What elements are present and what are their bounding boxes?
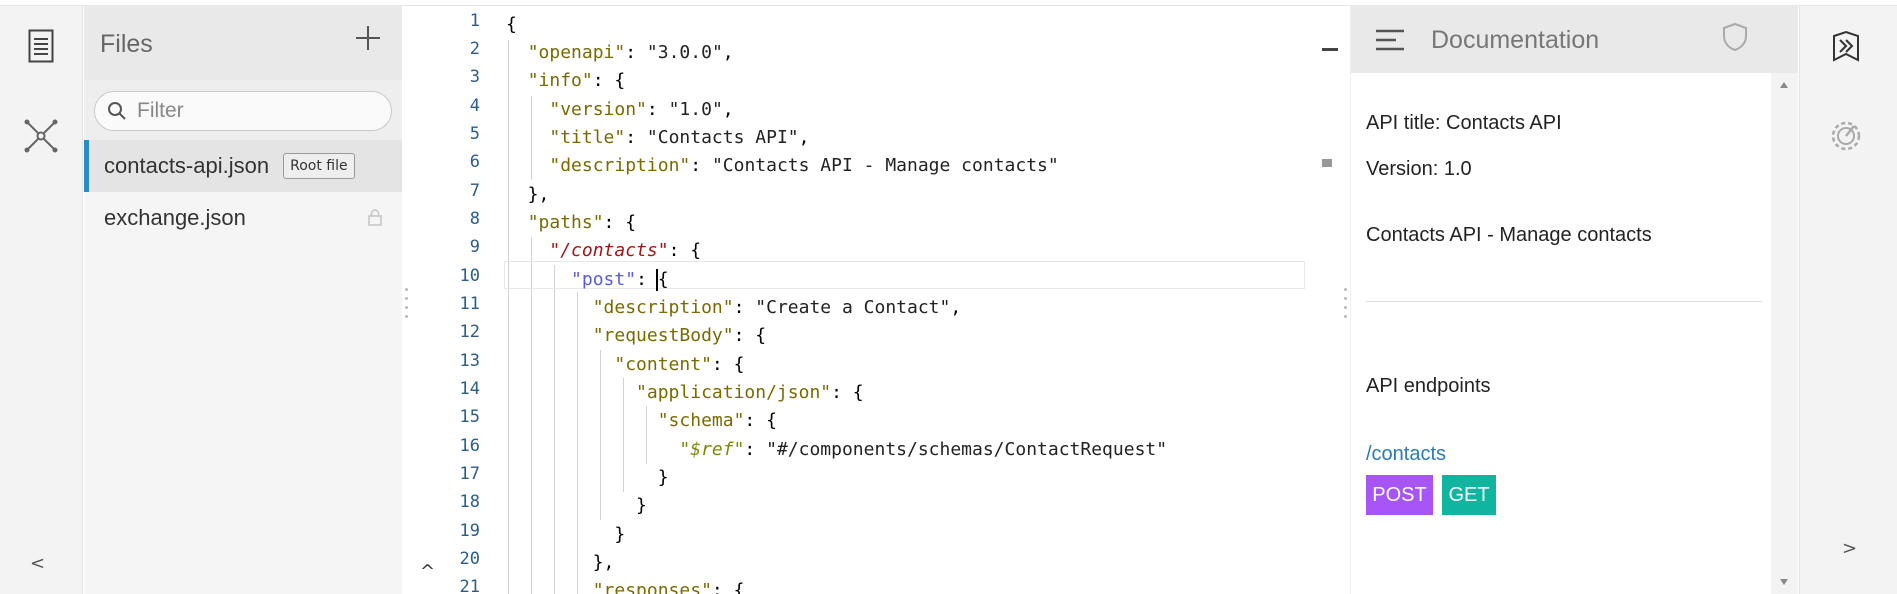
add-file-button[interactable] [350,20,386,56]
line-number: 5 [469,124,480,144]
get-method-button[interactable]: GET [1442,475,1496,515]
overview-ruler-mark [1322,159,1332,167]
right-activity-bar: > [1799,6,1897,594]
line-number: 10 [459,266,480,286]
files-panel: Files contacts-api.json Root file exchan… [84,6,402,594]
endpoint-link-contacts[interactable]: /contacts [1366,443,1446,466]
shield-icon[interactable] [1722,22,1748,52]
api-title-text: API title: Contacts API [1366,112,1562,134]
code-line: "responses": { [592,580,745,594]
line-number: 4 [469,96,480,116]
code-line: } [506,467,669,488]
line-number: 13 [459,351,480,371]
line-number: 16 [459,436,480,456]
line-number: 7 [469,181,480,201]
code-line: "content": { [614,354,745,375]
line-number: 19 [459,521,480,541]
overview-ruler-mark [1322,48,1338,51]
line-number: 17 [459,464,480,484]
code-line: "title": "Contacts API", [549,127,810,148]
code-line: "paths": { [527,212,637,233]
documentation-panel: Documentation API title: Contacts API Ve… [1350,6,1798,594]
search-icon [108,102,126,120]
documentation-scrollbar[interactable] [1771,73,1798,594]
line-number: 8 [469,209,480,229]
api-description-text: Contacts API - Manage contacts [1366,224,1652,246]
documentation-body: API title: Contacts API Version: 1.0 Con… [1351,73,1772,594]
settings-gauge-icon[interactable] [1826,116,1866,156]
network-icon[interactable] [21,116,61,156]
file-name: contacts-api.json [104,153,270,178]
scroll-up-button[interactable]: ^ [420,561,435,582]
document-icon[interactable] [21,26,61,66]
lock-icon [368,209,382,226]
line-number: 15 [459,407,480,427]
code-line: "requestBody": { [592,325,767,346]
line-number: 6 [469,152,480,172]
code-line: "version": "1.0", [549,99,734,120]
code-line: } [506,495,647,516]
api-version-text: Version: 1.0 [1366,158,1472,180]
code-line: { [506,14,517,35]
outline-menu-icon[interactable] [1375,28,1405,52]
files-filter-input[interactable] [137,99,377,123]
bookmark-icon[interactable] [1826,26,1866,66]
root-file-badge: Root file [283,153,355,179]
line-number: 14 [459,379,480,399]
plus-icon [356,26,380,50]
line-number: 3 [469,67,480,87]
code-line: "$ref": "#/components/schemas/ContactReq… [679,439,1168,460]
expand-panel-button[interactable]: > [1842,538,1857,559]
file-item-exchange[interactable]: exchange.json [84,192,402,244]
scroll-up-arrow-icon[interactable] [1779,81,1789,89]
code-line: } [506,524,626,545]
files-title: Files [100,30,153,58]
code-line: "application/json": { [636,382,864,403]
code-line: }, [506,552,615,573]
line-number-gutter: 1 2 3 4 5 6 7 8 9 10 11 12 13 14 15 16 1… [410,6,504,594]
line-number: 11 [459,294,480,314]
code-line: "/contacts": { [549,240,702,261]
code-line: "post": { [571,269,669,291]
documentation-title: Documentation [1431,26,1600,54]
endpoints-heading: API endpoints [1366,375,1491,397]
code-line: "info": { [527,70,626,91]
line-number: 18 [459,492,480,512]
code-line: }, [506,184,550,205]
code-line: "description": "Create a Contact", [592,297,962,318]
documentation-header: Documentation [1351,6,1798,73]
file-name: exchange.json [104,205,246,230]
divider [1366,301,1762,302]
line-number: 1 [469,11,480,31]
scroll-down-arrow-icon[interactable] [1779,578,1789,586]
text-caret [655,269,658,291]
editor-docs-splitter[interactable] [1342,288,1348,318]
code-editor[interactable]: 1 2 3 4 5 6 7 8 9 10 11 12 13 14 15 16 1… [410,6,1320,594]
line-number: 12 [459,322,480,342]
code-line: "schema": { [657,410,777,431]
files-header: Files [84,6,402,80]
file-item-contacts-api[interactable]: contacts-api.json Root file [84,140,402,192]
line-number: 9 [469,237,480,257]
files-filter-box[interactable] [94,91,392,131]
line-number: 2 [469,39,480,59]
files-editor-splitter[interactable] [403,288,409,318]
left-activity-bar: < [0,6,83,594]
files-search-area [84,80,402,140]
code-line: "description": "Contacts API - Manage co… [549,155,1059,176]
post-method-button[interactable]: POST [1366,475,1433,515]
code-line: "openapi": "3.0.0", [527,42,734,63]
collapse-sidebar-button[interactable]: < [30,553,45,574]
